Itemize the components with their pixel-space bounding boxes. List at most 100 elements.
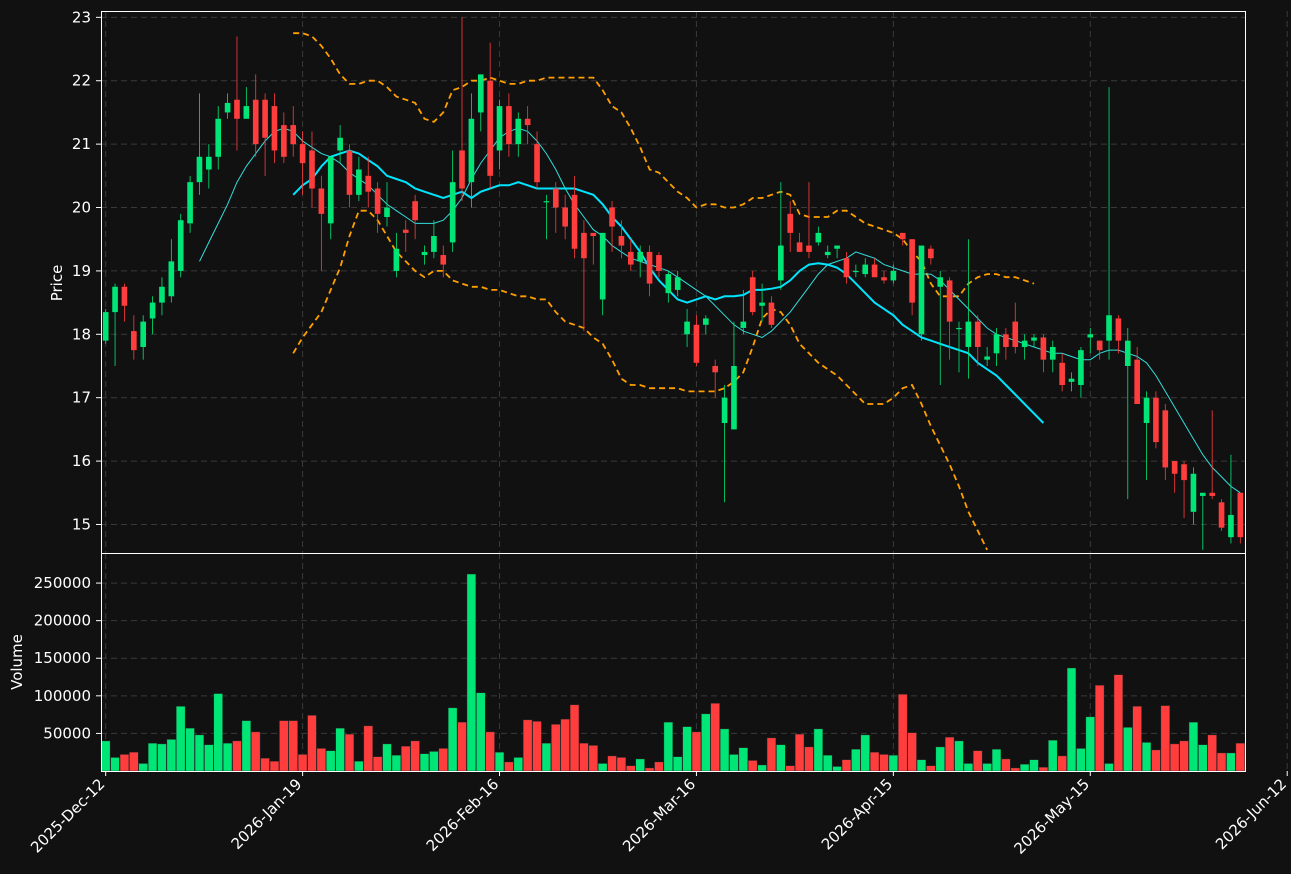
- candle-body: [168, 261, 175, 297]
- candle-body: [365, 175, 372, 192]
- candle-body: [918, 245, 925, 335]
- volume-bar: [373, 756, 383, 772]
- volume-bar: [1151, 749, 1161, 772]
- candle-body: [965, 321, 972, 347]
- price-tick-label: 15: [72, 515, 91, 533]
- volume-bar: [1113, 674, 1123, 772]
- candle-body: [149, 302, 156, 319]
- volume-bar: [851, 749, 861, 772]
- candle-body: [824, 251, 831, 256]
- volume-bar: [513, 757, 523, 772]
- candle-body: [862, 264, 869, 275]
- volume-bar: [129, 752, 139, 772]
- volume-bar: [241, 720, 251, 772]
- volume-bar: [1029, 759, 1039, 772]
- volume-bar: [251, 731, 261, 772]
- volume-bar: [504, 761, 514, 772]
- candle-body: [112, 286, 118, 313]
- candle-body: [890, 270, 897, 281]
- volume-bar: [382, 743, 392, 772]
- volume-bar: [194, 734, 205, 772]
- candle-body: [290, 125, 297, 145]
- candle-body: [665, 274, 672, 294]
- candle-body: [871, 264, 878, 278]
- candle-body: [309, 150, 315, 189]
- candle-body: [515, 118, 522, 145]
- candle-body: [684, 321, 690, 335]
- volume-bar: [307, 715, 317, 772]
- candle-body: [524, 118, 531, 126]
- candle-body: [787, 213, 794, 233]
- candle-body: [646, 251, 653, 284]
- candle-body: [609, 207, 615, 227]
- volume-bar: [738, 747, 748, 772]
- candle-body: [1153, 397, 1159, 443]
- candle-body: [337, 137, 343, 151]
- volume-bar: [551, 724, 561, 772]
- volume-bar: [870, 752, 880, 772]
- volume-bar: [1076, 748, 1086, 772]
- candle-body: [421, 251, 428, 256]
- volume-bar: [223, 742, 233, 772]
- volume-bar: [391, 755, 401, 772]
- candle-body: [796, 242, 803, 252]
- volume-bar: [204, 744, 214, 772]
- volume-bar: [1216, 752, 1227, 772]
- candle-body: [299, 144, 306, 164]
- candle-body: [477, 74, 484, 113]
- volume-bar: [1170, 743, 1180, 772]
- volume-bar: [813, 728, 823, 772]
- candle-body: [749, 277, 756, 313]
- candle-body: [740, 321, 747, 328]
- volume-bar: [1066, 667, 1077, 772]
- volume-bar: [1057, 755, 1067, 772]
- volume-bar: [710, 703, 720, 772]
- volume-bar: [654, 761, 664, 772]
- volume-bar: [1095, 685, 1105, 772]
- candle-body: [459, 150, 465, 189]
- volume-axis-label: Volume: [8, 634, 26, 690]
- candle-body: [909, 239, 915, 303]
- volume-bar: [673, 756, 683, 772]
- volume-bar: [776, 744, 786, 772]
- candle-body: [993, 334, 1000, 354]
- volume-bar: [1048, 739, 1058, 772]
- volume-bar: [166, 739, 176, 772]
- candle-body: [815, 232, 822, 243]
- candle-body: [281, 125, 287, 157]
- volume-bar: [898, 694, 908, 772]
- candle-body: [703, 318, 709, 325]
- candle-body: [834, 245, 840, 249]
- candle-body: [177, 220, 184, 271]
- volume-bar: [448, 707, 458, 772]
- candle-body: [627, 251, 634, 265]
- volume-bar: [973, 750, 983, 772]
- candle-body: [984, 356, 990, 360]
- volume-bar: [579, 742, 589, 772]
- candle-body: [206, 156, 212, 170]
- candle-body: [140, 321, 147, 347]
- volume-bar: [729, 754, 739, 772]
- candle-body: [262, 99, 268, 138]
- volume-bar: [157, 743, 167, 772]
- volume-bar: [691, 731, 702, 772]
- candle-body: [534, 144, 540, 183]
- candle-body: [1106, 315, 1112, 341]
- price-tick-label: 20: [72, 199, 91, 217]
- candle-body: [1218, 502, 1225, 528]
- candle-body: [196, 156, 203, 183]
- candle-body: [1012, 321, 1019, 347]
- volume-bar: [466, 573, 476, 772]
- volume-bar: [110, 757, 120, 772]
- volume-bar: [954, 740, 964, 772]
- candle-body: [1096, 340, 1103, 351]
- volume-bar: [598, 763, 608, 772]
- volume-tick-label: 150000: [34, 649, 91, 667]
- volume-bar: [335, 727, 345, 772]
- volume-bar: [1132, 706, 1142, 772]
- candle-body: [1237, 492, 1244, 538]
- volume-bar: [1179, 740, 1189, 772]
- volume-bar: [832, 766, 842, 772]
- volume-bar: [1123, 727, 1133, 772]
- volume-bar: [476, 692, 486, 772]
